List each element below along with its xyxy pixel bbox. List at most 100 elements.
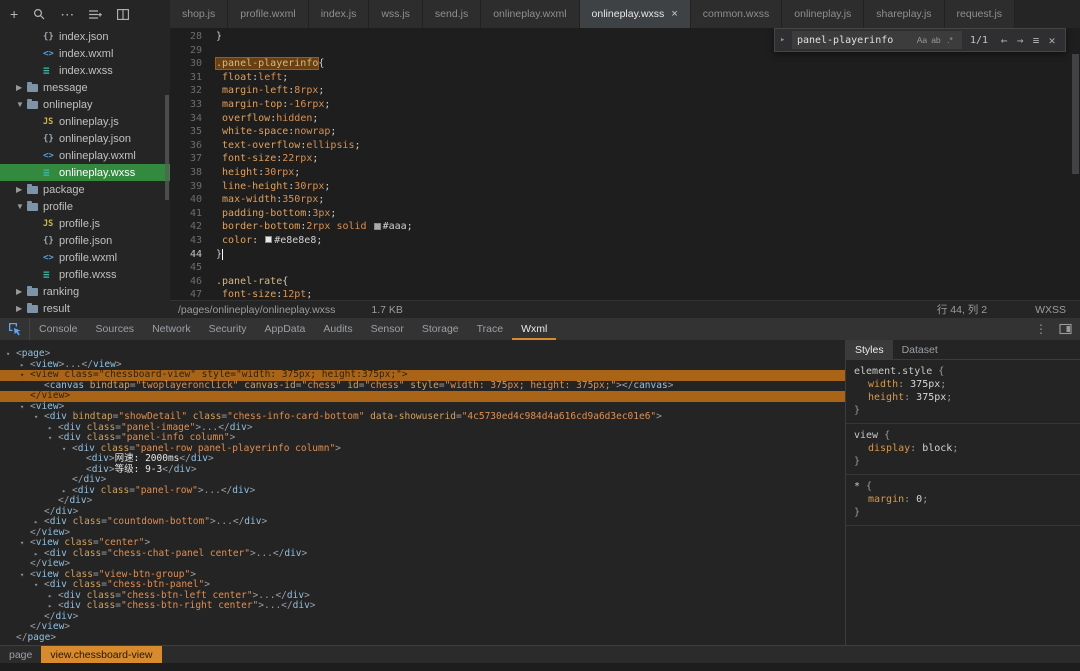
file-tree-item[interactable]: ▶ package <box>0 181 170 198</box>
dock-side-icon[interactable] <box>1056 323 1074 335</box>
devtools-tab-wxml[interactable]: Wxml <box>512 318 556 340</box>
inspect-element-button[interactable] <box>0 318 30 340</box>
style-declaration[interactable]: height: 375px; <box>854 391 1072 404</box>
code-line[interactable]: 31 float:left; <box>170 71 1080 85</box>
code-line[interactable]: 38 height:30rpx; <box>170 166 1080 180</box>
file-tree-item[interactable]: ▶ message <box>0 79 170 96</box>
devtools-tab-sources[interactable]: Sources <box>87 318 144 340</box>
style-declaration[interactable]: width: 375px; <box>854 378 1072 391</box>
devtools-tab-appdata[interactable]: AppData <box>256 318 315 340</box>
file-tree-item[interactable]: {} onlineplay.json <box>0 130 170 147</box>
code-line[interactable]: 30 .panel-playerinfo{ <box>170 57 1080 71</box>
code-line[interactable]: 43 color: #e8e8e8; <box>170 234 1080 248</box>
styles-tab-dataset[interactable]: Dataset <box>893 340 947 359</box>
sidebar-scrollbar[interactable] <box>165 95 169 200</box>
file-tree-item[interactable]: ▼ profile <box>0 198 170 215</box>
editor-tab[interactable]: onlineplay.js <box>782 0 865 28</box>
language-mode[interactable]: WXSS <box>1035 304 1066 316</box>
wxml-tree-node[interactable]: </page> <box>0 632 845 644</box>
editor-tab[interactable]: send.js <box>422 0 482 28</box>
wxml-tree-node[interactable]: ▸ <div class="panel-row">...</div> <box>0 485 845 497</box>
style-declaration[interactable]: margin: 0; <box>854 493 1072 506</box>
editor-tab[interactable]: profile.wxml <box>228 0 309 28</box>
expanded-arrow-icon[interactable]: ▾ <box>48 433 58 444</box>
code-line[interactable]: 39 line-height:30rpx; <box>170 180 1080 194</box>
expanded-arrow-icon[interactable]: ▾ <box>20 538 30 549</box>
wxml-tree-node[interactable]: </div> <box>0 495 845 507</box>
file-tree-item[interactable]: <> onlineplay.wxml <box>0 147 170 164</box>
style-declaration[interactable]: display: block; <box>854 442 1072 455</box>
tab-close-icon[interactable]: × <box>671 8 677 20</box>
cursor-position[interactable]: 行 44, 列 2 <box>937 302 987 317</box>
toggle-replace-icon[interactable]: ▸ <box>780 35 792 45</box>
code-line[interactable]: 32 margin-left:8rpx; <box>170 84 1080 98</box>
expanded-arrow-icon[interactable]: ▾ <box>20 370 30 381</box>
wxml-tree-node[interactable]: <div>等级: 9-3</div> <box>0 464 845 476</box>
style-value[interactable]: 375px <box>910 379 940 390</box>
style-property[interactable]: margin <box>868 494 904 505</box>
collapsed-arrow-icon[interactable]: ▸ <box>48 423 58 434</box>
find-input[interactable]: panel-playerinfo Aa ab .* <box>791 31 962 49</box>
wxml-tree-node[interactable]: </div> <box>0 611 845 623</box>
editor-tab[interactable]: shop.js <box>170 0 229 28</box>
wxml-tree-node[interactable]: ▸ <div class="chess-chat-panel center">..… <box>0 548 845 560</box>
code-line[interactable]: 35 white-space:nowrap; <box>170 125 1080 139</box>
file-tree-item[interactable]: <> profile.wxml <box>0 249 170 266</box>
code-line[interactable]: 46 .panel-rate{ <box>170 275 1080 289</box>
code-line[interactable]: 37 font-size:22rpx; <box>170 152 1080 166</box>
styles-tab-styles[interactable]: Styles <box>846 340 893 359</box>
expanded-arrow-icon[interactable]: ▾ <box>34 580 44 591</box>
editor-tab[interactable]: common.wxss <box>690 0 783 28</box>
breadcrumb-item[interactable]: view.chessboard-view <box>41 646 162 663</box>
style-property[interactable]: height <box>868 392 904 403</box>
collapsed-arrow-icon[interactable]: ▸ <box>20 360 30 371</box>
style-value[interactable]: block <box>922 443 952 454</box>
style-selector[interactable]: element.style <box>854 366 932 377</box>
wxml-tree-node[interactable]: </view> <box>0 621 845 633</box>
code-line[interactable]: 45 <box>170 261 1080 275</box>
more-options-icon[interactable]: ⋮ <box>1032 322 1050 336</box>
file-tree-item[interactable]: {} index.json <box>0 28 170 45</box>
collapsed-arrow-icon[interactable]: ▶ <box>16 185 27 194</box>
file-tree-item[interactable]: JS onlineplay.js <box>0 113 170 130</box>
plus-icon[interactable]: + <box>10 7 18 21</box>
code-line[interactable]: 40 max-width:350rpx; <box>170 193 1080 207</box>
editor-scrollbar[interactable] <box>1072 54 1079 174</box>
code-editor[interactable]: 28} 29 30 .panel-playerinfo{31 float:left; 3… <box>170 28 1080 300</box>
match-case-icon[interactable]: Aa <box>915 35 929 45</box>
file-tree-item[interactable]: ≡ onlineplay.wxss <box>0 164 170 181</box>
search-icon[interactable] <box>33 8 45 20</box>
editor-tab[interactable]: shareplay.js <box>864 0 945 28</box>
style-property[interactable]: display <box>868 443 910 454</box>
style-property[interactable]: width <box>868 379 898 390</box>
file-tree-item[interactable]: JS profile.js <box>0 215 170 232</box>
editor-tab[interactable]: index.js <box>308 0 370 28</box>
devtools-tab-trace[interactable]: Trace <box>468 318 512 340</box>
file-tree-item[interactable]: ≡ profile.wxss <box>0 266 170 283</box>
expanded-arrow-icon[interactable]: ▾ <box>34 412 44 423</box>
expanded-arrow-icon[interactable]: ▾ <box>20 402 30 413</box>
collapsed-arrow-icon[interactable]: ▶ <box>16 304 27 313</box>
code-line[interactable]: 44} <box>170 248 1080 262</box>
devtools-tab-console[interactable]: Console <box>30 318 87 340</box>
editor-tab[interactable]: onlineplay.wxss × <box>579 0 691 28</box>
find-in-selection-icon[interactable]: ≡ <box>1028 34 1044 47</box>
expanded-arrow-icon[interactable]: ▾ <box>62 444 72 455</box>
editor-tab[interactable]: onlineplay.wxml <box>481 0 580 28</box>
wxml-tree-node[interactable]: <canvas bindtap="twoplayeronclick" canva… <box>0 380 845 392</box>
devtools-tab-storage[interactable]: Storage <box>413 318 468 340</box>
devtools-tab-audits[interactable]: Audits <box>314 318 361 340</box>
devtools-tab-network[interactable]: Network <box>143 318 200 340</box>
expanded-arrow-icon[interactable]: ▾ <box>20 570 30 581</box>
close-find-icon[interactable]: ✕ <box>1044 34 1060 47</box>
file-tree-item[interactable]: <> index.wxml <box>0 45 170 62</box>
breadcrumb-item[interactable]: page <box>0 646 41 663</box>
file-tree-item[interactable]: ≡ index.wxss <box>0 62 170 79</box>
open-editors-icon[interactable] <box>89 9 102 20</box>
code-line[interactable]: 47 font-size:12pt; <box>170 288 1080 300</box>
more-icon[interactable]: ⋯ <box>60 7 74 21</box>
wxml-tree-node[interactable]: </view> <box>0 390 845 402</box>
expanded-arrow-icon[interactable]: ▼ <box>16 100 27 109</box>
collapsed-arrow-icon[interactable]: ▸ <box>48 591 58 602</box>
regex-icon[interactable]: .* <box>943 35 957 45</box>
